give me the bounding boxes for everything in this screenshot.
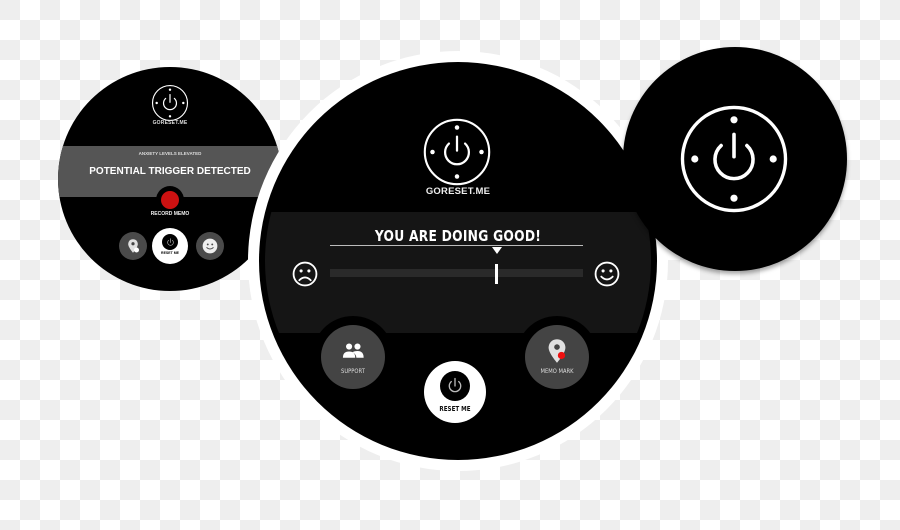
memo-marker-dot: [557, 351, 566, 360]
memo-mark-button[interactable]: [119, 232, 147, 260]
map-pin-icon: [125, 238, 139, 254]
memo-mark-button[interactable]: MEMO MARK: [525, 325, 589, 389]
power-icon: [165, 237, 176, 248]
reset-me-button[interactable]: RESET ME: [424, 361, 486, 423]
reset-inner-circle: [440, 371, 470, 401]
sad-face-icon: [292, 261, 318, 287]
alert-title: POTENTIAL TRIGGER DETECTED: [89, 166, 251, 177]
main-watch-face: GORESET.ME YOU ARE DOING GOOD! SUPPORT M…: [259, 62, 657, 460]
mood-button[interactable]: [196, 232, 224, 260]
map-pin-icon: [543, 337, 571, 365]
smiley-icon: [202, 238, 218, 254]
reset-me-label: RESET ME: [161, 251, 179, 255]
alert-subtitle: ANXIETY LEVELS ELEVATED: [138, 151, 202, 156]
record-memo-button[interactable]: [161, 191, 179, 209]
record-memo-label: RECORD MEMO: [150, 211, 190, 217]
support-label: SUPPORT: [341, 367, 365, 375]
memo-mark-label: MEMO MARK: [540, 367, 574, 375]
mood-slider-track[interactable]: [330, 269, 583, 277]
people-icon: [339, 337, 367, 365]
support-button[interactable]: SUPPORT: [321, 325, 385, 389]
goreset-logo-icon: [151, 84, 189, 122]
goreset-logo-icon: [422, 117, 492, 187]
reset-me-button[interactable]: RESET ME: [152, 228, 188, 264]
reset-inner-circle: [162, 234, 178, 250]
status-divider: [330, 245, 583, 246]
status-message: YOU ARE DOING GOOD!: [374, 227, 542, 245]
idle-watch-face: [623, 47, 847, 271]
slider-pointer-icon: [491, 247, 502, 254]
power-icon: [444, 375, 466, 397]
reset-me-label: RESET ME: [439, 405, 471, 413]
brand-label: GORESET.ME: [152, 120, 188, 126]
brand-label: GORESET.ME: [425, 186, 491, 197]
mood-slider-thumb[interactable]: [495, 264, 499, 284]
goreset-logo-icon[interactable]: [678, 103, 790, 215]
happy-face-icon: [594, 261, 620, 287]
